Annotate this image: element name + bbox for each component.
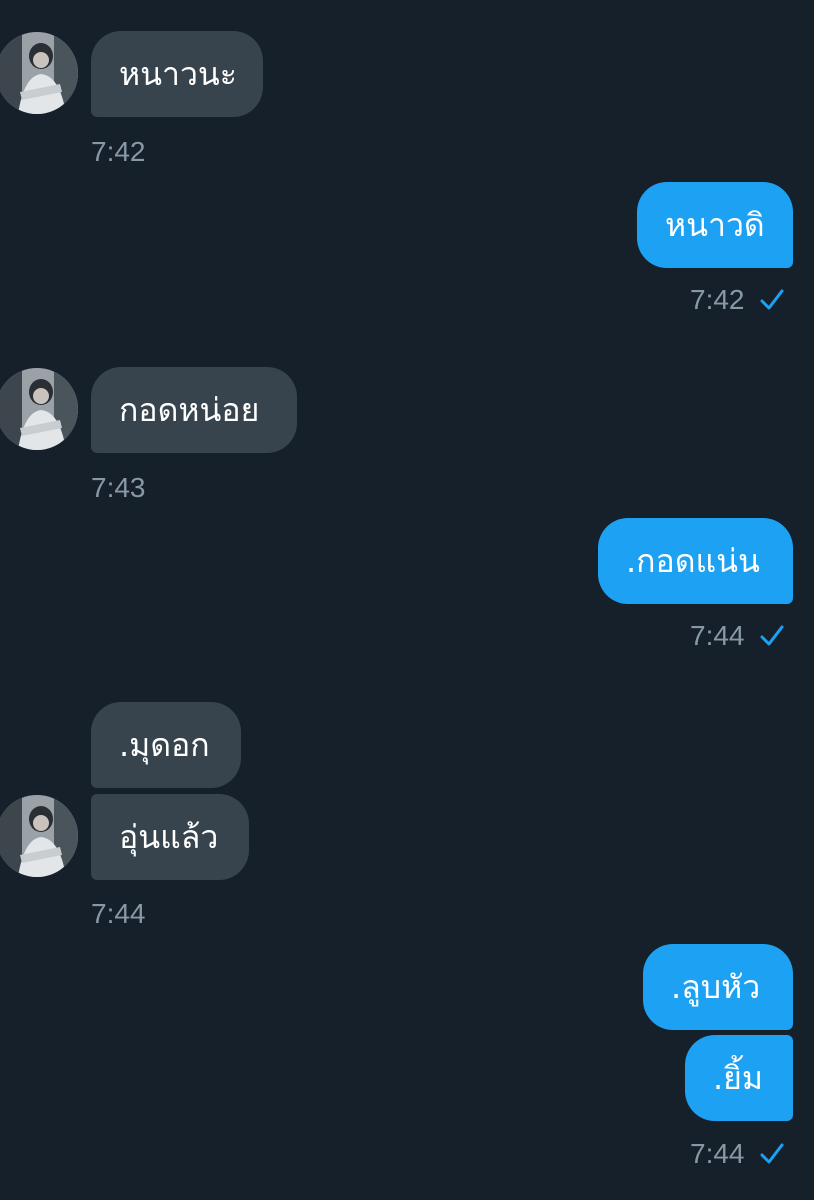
check-icon: [760, 1143, 783, 1164]
incoming-message[interactable]: .มุดอก: [91, 702, 241, 788]
incoming-message[interactable]: อุ่นแล้ว: [91, 794, 249, 880]
message-text: .ยิ้ม: [713, 1058, 764, 1097]
message-timestamp: 7:42: [91, 136, 146, 167]
message-timestamp: 7:44: [91, 898, 146, 929]
message-timestamp-row: 7:44: [690, 622, 785, 650]
avatar[interactable]: [0, 795, 78, 877]
message-timestamp: 7:42: [690, 284, 745, 315]
message-timestamp-row: 7:42: [690, 286, 785, 314]
message-timestamp: 7:44: [690, 1138, 745, 1169]
incoming-message[interactable]: กอดหน่อย: [91, 367, 297, 453]
message-timestamp-row: 7:44: [690, 1140, 785, 1168]
avatar[interactable]: [0, 32, 78, 114]
incoming-message[interactable]: หนาวนะ: [91, 31, 263, 117]
message-text: กอดหน่อย: [119, 390, 260, 429]
outgoing-message[interactable]: หนาวดิ: [637, 182, 793, 268]
avatar[interactable]: [0, 368, 78, 450]
message-text: .กอดแน่น: [626, 541, 760, 580]
check-icon: [760, 289, 783, 310]
message-text: หนาวนะ: [119, 54, 237, 93]
message-timestamp: 7:44: [690, 620, 745, 651]
chat-thread: หนาวนะ 7:42 หนาวดิ 7:42 กอดหน่อย 7:43 .ก…: [0, 0, 814, 1200]
message-text: .มุดอก: [119, 725, 210, 764]
outgoing-message[interactable]: .ลูบหัว: [643, 944, 793, 1030]
message-text: .ลูบหัว: [671, 967, 761, 1006]
message-text: อุ่นแล้ว: [119, 817, 219, 856]
outgoing-message[interactable]: .กอดแน่น: [598, 518, 793, 604]
message-timestamp: 7:43: [91, 472, 146, 503]
outgoing-message[interactable]: .ยิ้ม: [685, 1035, 793, 1121]
check-icon: [760, 625, 783, 646]
message-text: หนาวดิ: [665, 205, 765, 244]
